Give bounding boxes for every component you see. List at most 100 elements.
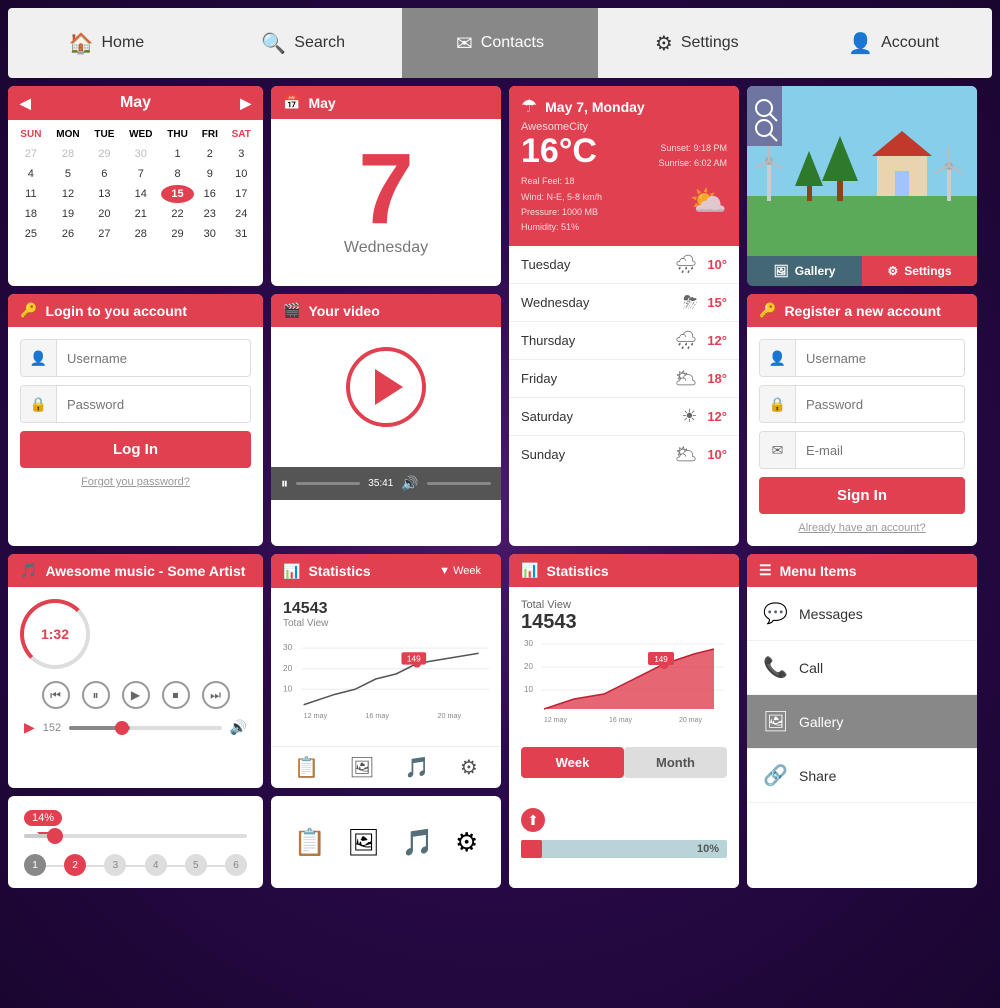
cal-cell[interactable]: 27 bbox=[88, 225, 120, 243]
cal-cell[interactable]: 1 bbox=[161, 145, 194, 163]
cal-cell[interactable]: 26 bbox=[50, 225, 86, 243]
ws-header: 📊 Statistics bbox=[509, 554, 739, 587]
volume-icon[interactable]: 🔊 bbox=[401, 475, 418, 492]
reg-password-input[interactable] bbox=[796, 389, 965, 420]
forgot-link[interactable]: Forgot you password? bbox=[20, 476, 251, 488]
cal-cell[interactable]: 2 bbox=[196, 145, 223, 163]
prev-button[interactable]: ⏮ bbox=[42, 681, 70, 709]
register-button[interactable]: Sign In bbox=[759, 477, 965, 514]
cal-cell[interactable]: 16 bbox=[196, 185, 223, 203]
reg-email-input[interactable] bbox=[796, 435, 965, 466]
cal-cell[interactable]: 28 bbox=[123, 225, 159, 243]
weather-wind: Wind: N-E, 5-8 km/h bbox=[521, 192, 602, 202]
cal-cell[interactable]: 7 bbox=[123, 165, 159, 183]
stats-week-button[interactable]: ▼ Week bbox=[431, 562, 489, 580]
cal-cell[interactable]: 12 bbox=[50, 185, 86, 203]
nav-search[interactable]: 🔍 Search bbox=[205, 8, 402, 78]
stop-button[interactable]: ⏹ bbox=[162, 681, 190, 709]
icon-music2[interactable]: 🎵 bbox=[401, 827, 433, 858]
home-icon: 🏠 bbox=[69, 31, 94, 56]
main-slider-thumb[interactable] bbox=[47, 828, 63, 844]
stats-doc-icon[interactable]: 📋 bbox=[294, 755, 319, 780]
cal-cell[interactable]: 3 bbox=[226, 145, 257, 163]
cal-cell[interactable]: 27 bbox=[14, 145, 48, 163]
scene-settings-button[interactable]: ⚙ Settings bbox=[862, 256, 977, 286]
cal-cell[interactable]: 31 bbox=[226, 225, 257, 243]
week-tab[interactable]: Week bbox=[521, 747, 624, 778]
video-progress-bar[interactable] bbox=[296, 482, 360, 485]
step-5[interactable]: 5 bbox=[185, 854, 207, 876]
cal-cell[interactable]: 15 bbox=[161, 185, 194, 203]
cal-cell[interactable]: 29 bbox=[161, 225, 194, 243]
stats-img-icon[interactable]: 🖼 bbox=[349, 755, 374, 780]
username-input[interactable] bbox=[57, 343, 251, 374]
volume-bar[interactable] bbox=[69, 726, 221, 730]
step-2[interactable]: 2 bbox=[64, 854, 86, 876]
step-1[interactable]: 1 bbox=[24, 854, 46, 876]
icon-image[interactable]: 🖼 bbox=[347, 827, 380, 858]
stats-music-icon[interactable]: 🎵 bbox=[405, 755, 430, 780]
cal-cell[interactable]: 14 bbox=[123, 185, 159, 203]
cal-cell[interactable]: 6 bbox=[88, 165, 120, 183]
cal-header-tue: TUE bbox=[88, 126, 120, 143]
stats-icon: 📊 bbox=[283, 563, 300, 580]
play-button[interactable] bbox=[346, 347, 426, 427]
nav-account[interactable]: 👤 Account bbox=[795, 8, 992, 78]
already-account-link[interactable]: Already have an account? bbox=[759, 522, 965, 534]
cal-cell[interactable]: 22 bbox=[161, 205, 194, 223]
step-4[interactable]: 4 bbox=[145, 854, 167, 876]
video-volume-bar[interactable] bbox=[427, 482, 491, 485]
cal-cell[interactable]: 30 bbox=[123, 145, 159, 163]
cal-cell[interactable]: 29 bbox=[88, 145, 120, 163]
play-music-button[interactable]: ▶ bbox=[122, 681, 150, 709]
date-card: 📅 May 7 Wednesday bbox=[271, 86, 501, 286]
cal-cell[interactable]: 23 bbox=[196, 205, 223, 223]
scene-svg bbox=[747, 86, 977, 256]
account-icon: 👤 bbox=[848, 31, 873, 56]
menu-gallery[interactable]: 🖼 Gallery bbox=[747, 695, 977, 749]
cal-cell[interactable]: 9 bbox=[196, 165, 223, 183]
step-6[interactable]: 6 bbox=[225, 854, 247, 876]
cal-cell[interactable]: 11 bbox=[14, 185, 48, 203]
icon-settings2[interactable]: ⚙ bbox=[455, 827, 478, 858]
month-tab[interactable]: Month bbox=[624, 747, 727, 778]
menu-messages[interactable]: 💬 Messages bbox=[747, 587, 977, 641]
nav-settings[interactable]: ⚙ Settings bbox=[598, 8, 795, 78]
nav-home[interactable]: 🏠 Home bbox=[8, 8, 205, 78]
cal-cell[interactable]: 18 bbox=[14, 205, 48, 223]
weather-umbrella-icon: ☂ bbox=[521, 96, 537, 117]
cal-cell[interactable]: 5 bbox=[50, 165, 86, 183]
cal-cell[interactable]: 30 bbox=[196, 225, 223, 243]
icon-doc[interactable]: 📋 bbox=[294, 827, 326, 858]
cal-cell[interactable]: 8 bbox=[161, 165, 194, 183]
cal-cell[interactable]: 10 bbox=[226, 165, 257, 183]
reg-username-input[interactable] bbox=[796, 343, 965, 374]
volume-thumb[interactable] bbox=[115, 721, 129, 735]
pause-music-button[interactable]: ⏸ bbox=[82, 681, 110, 709]
stats-gear-icon[interactable]: ⚙ bbox=[460, 755, 478, 780]
menu-call[interactable]: 📞 Call bbox=[747, 641, 977, 695]
gallery-button[interactable]: 🖼 Gallery bbox=[747, 256, 862, 286]
password-input[interactable] bbox=[57, 389, 251, 420]
nav-contacts[interactable]: ✉ Contacts bbox=[402, 8, 599, 78]
cal-cell[interactable]: 28 bbox=[50, 145, 86, 163]
cal-cell[interactable]: 25 bbox=[14, 225, 48, 243]
calendar-prev[interactable]: ◀ bbox=[20, 95, 31, 112]
cal-cell[interactable]: 17 bbox=[226, 185, 257, 203]
main-slider-track[interactable] bbox=[24, 834, 247, 838]
call-label: Call bbox=[799, 660, 823, 676]
share-label: Share bbox=[799, 768, 836, 784]
cal-cell[interactable]: 13 bbox=[88, 185, 120, 203]
gallery-label: Gallery bbox=[799, 714, 843, 730]
cal-cell[interactable]: 20 bbox=[88, 205, 120, 223]
login-button[interactable]: Log In bbox=[20, 431, 251, 468]
cal-cell[interactable]: 19 bbox=[50, 205, 86, 223]
cal-cell[interactable]: 24 bbox=[226, 205, 257, 223]
pause-icon[interactable]: ⏸ bbox=[281, 475, 288, 492]
cal-cell[interactable]: 4 bbox=[14, 165, 48, 183]
next-button[interactable]: ⏭ bbox=[202, 681, 230, 709]
step-3[interactable]: 3 bbox=[104, 854, 126, 876]
menu-share[interactable]: 🔗 Share bbox=[747, 749, 977, 803]
cal-cell[interactable]: 21 bbox=[123, 205, 159, 223]
calendar-next[interactable]: ▶ bbox=[240, 95, 251, 112]
